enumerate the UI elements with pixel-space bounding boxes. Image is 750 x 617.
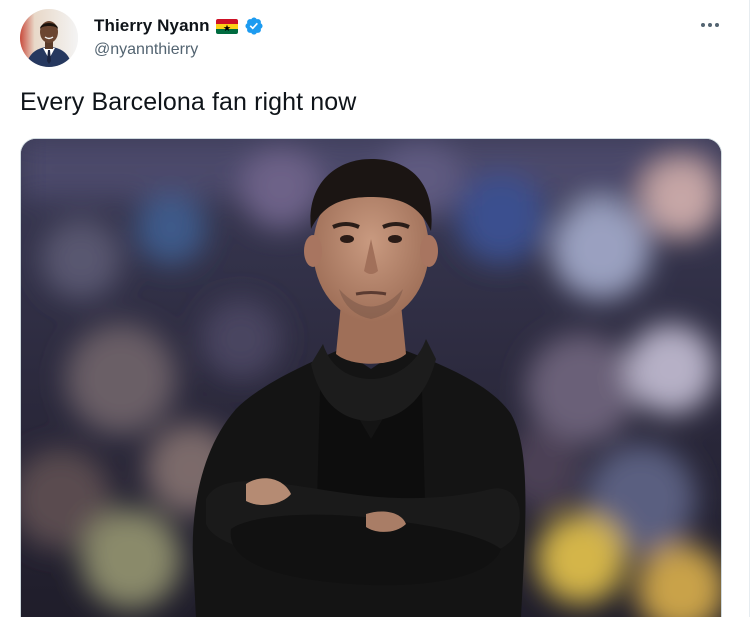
more-options-button[interactable] [697,12,723,38]
avatar-photo [20,9,78,67]
photo-of-man-with-crossed-arms [21,139,721,617]
ghana-flag-icon [215,18,238,34]
tweet-media[interactable] [20,138,722,617]
author-display-name[interactable]: Thierry Nyann [94,16,210,36]
author-name-row[interactable]: Thierry Nyann [94,15,264,37]
tweet-card: Thierry Nyann @nyannthierry Every Barcel… [0,0,750,617]
author-avatar[interactable] [20,9,78,67]
author-handle[interactable]: @nyannthierry [94,41,198,59]
more-options-icon [701,23,719,27]
verified-badge-icon [244,16,264,36]
tweet-text: Every Barcelona fan right now [20,88,357,116]
